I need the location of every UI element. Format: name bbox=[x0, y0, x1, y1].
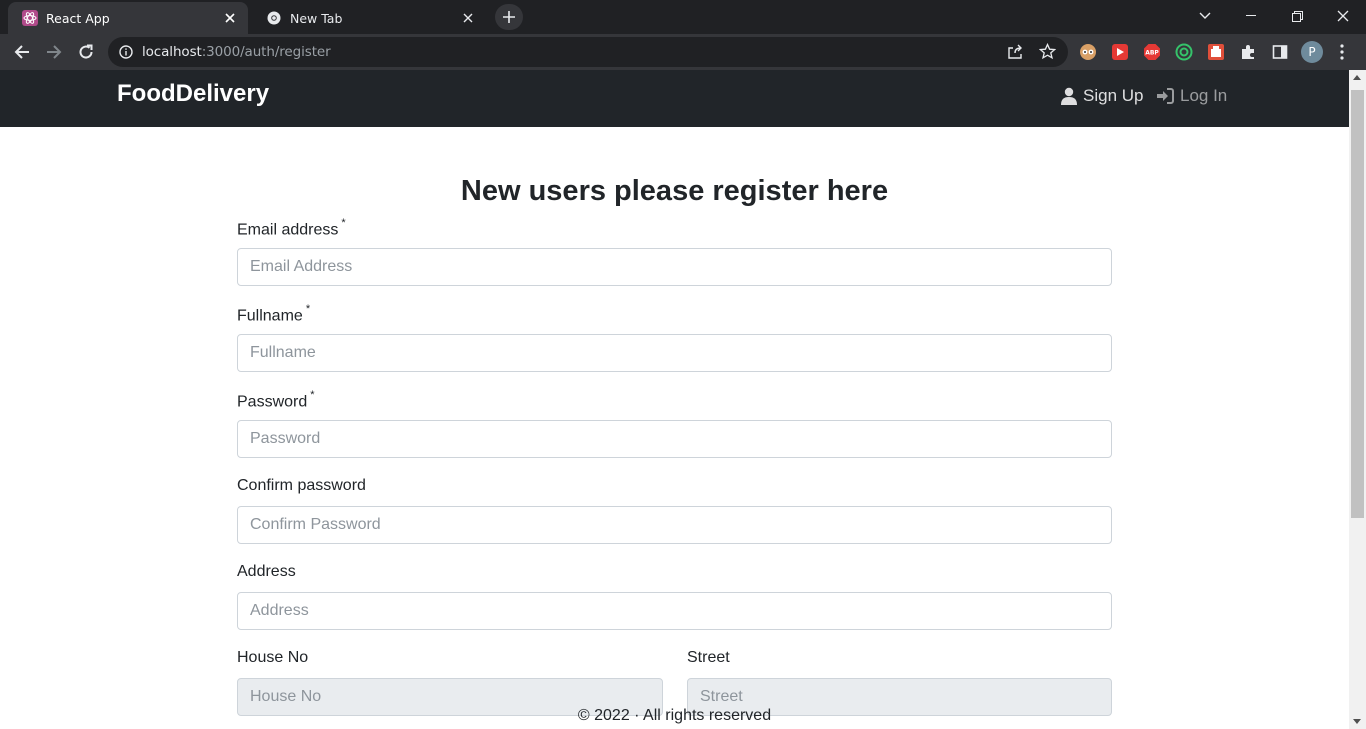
profile-avatar[interactable]: P bbox=[1301, 41, 1323, 63]
url-path: :3000/auth/register bbox=[201, 44, 331, 60]
scrollbar-thumb[interactable] bbox=[1351, 90, 1364, 518]
scroll-down-icon[interactable] bbox=[1353, 719, 1361, 724]
tab-search-button[interactable] bbox=[1182, 0, 1228, 32]
required-mark: * bbox=[341, 217, 346, 229]
close-icon bbox=[1337, 10, 1349, 22]
email-field[interactable] bbox=[237, 248, 1112, 286]
address-bar[interactable]: localhost:3000/auth/register bbox=[108, 37, 1068, 67]
confirm-password-field[interactable] bbox=[237, 506, 1112, 544]
minimize-button[interactable] bbox=[1228, 0, 1274, 32]
abp-icon[interactable]: ABP bbox=[1143, 43, 1161, 61]
bookmark-star-icon[interactable] bbox=[1038, 42, 1057, 65]
brand-logo[interactable]: FoodDelivery bbox=[117, 80, 269, 108]
page-scrollbar[interactable] bbox=[1349, 70, 1366, 729]
reload-button[interactable] bbox=[72, 38, 100, 66]
chrome-icon bbox=[266, 10, 282, 26]
user-icon bbox=[1061, 87, 1077, 105]
password-field[interactable] bbox=[237, 420, 1112, 458]
plus-icon bbox=[503, 11, 515, 23]
tab-title: New Tab bbox=[290, 10, 343, 26]
required-mark: * bbox=[310, 389, 315, 401]
side-panel-icon[interactable] bbox=[1271, 43, 1289, 61]
puzzle-icon[interactable] bbox=[1239, 43, 1257, 61]
browser-toolbar: localhost:3000/auth/register ABP P bbox=[0, 34, 1366, 70]
house-no-label: House No bbox=[237, 649, 309, 666]
tab-new-tab[interactable]: New Tab bbox=[252, 2, 486, 34]
url-host: localhost bbox=[142, 44, 202, 60]
back-button[interactable] bbox=[8, 38, 36, 66]
footer-copyright: © 2022 · All rights reserved bbox=[577, 707, 772, 724]
email-label: Email address * bbox=[237, 217, 346, 239]
reload-icon bbox=[79, 44, 93, 59]
incognito-like-icon[interactable] bbox=[1079, 43, 1097, 61]
restore-button[interactable] bbox=[1274, 0, 1320, 32]
close-tab-icon[interactable] bbox=[222, 10, 238, 26]
fullname-field[interactable] bbox=[237, 334, 1112, 372]
new-tab-button[interactable] bbox=[495, 4, 523, 30]
minimize-icon bbox=[1246, 15, 1256, 16]
login-link[interactable]: Log In bbox=[1156, 86, 1227, 106]
street-label: Street bbox=[687, 649, 730, 666]
sign-in-icon bbox=[1157, 88, 1174, 104]
chevron-down-icon bbox=[1199, 12, 1211, 19]
react-favicon-icon bbox=[22, 10, 38, 26]
video-icon[interactable] bbox=[1111, 43, 1129, 61]
address-field[interactable] bbox=[237, 592, 1112, 630]
browser-tab-strip: React App New Tab bbox=[0, 0, 1366, 34]
menu-kebab-icon[interactable] bbox=[1333, 43, 1351, 61]
tab-react-app[interactable]: React App bbox=[8, 2, 248, 34]
scroll-up-icon[interactable] bbox=[1353, 75, 1361, 80]
fullname-label: Fullname * bbox=[237, 303, 311, 325]
confirm-password-label: Confirm password bbox=[237, 477, 366, 494]
tab-title: React App bbox=[46, 10, 110, 26]
url-text: localhost:3000/auth/register bbox=[142, 44, 331, 60]
address-label: Address bbox=[237, 563, 296, 580]
arrow-left-icon bbox=[14, 45, 29, 59]
capture-icon[interactable] bbox=[1207, 43, 1225, 61]
signup-link[interactable]: Sign Up bbox=[1061, 86, 1143, 106]
restore-icon bbox=[1291, 10, 1303, 22]
password-label: Password * bbox=[237, 389, 315, 411]
info-icon[interactable] bbox=[119, 45, 133, 64]
required-mark: * bbox=[305, 303, 311, 315]
svg-text:ABP: ABP bbox=[1145, 50, 1159, 57]
forward-button[interactable] bbox=[40, 38, 68, 66]
page-viewport: FoodDelivery Sign Up Log In New users pl… bbox=[0, 70, 1349, 729]
close-window-button[interactable] bbox=[1320, 0, 1366, 32]
top-navbar: FoodDelivery Sign Up Log In bbox=[0, 70, 1349, 127]
login-label: Log In bbox=[1180, 86, 1228, 105]
target-icon[interactable] bbox=[1175, 43, 1193, 61]
signup-label: Sign Up bbox=[1083, 86, 1144, 105]
arrow-right-icon bbox=[47, 45, 62, 59]
page-title: New users please register here bbox=[460, 175, 889, 207]
share-icon[interactable] bbox=[1007, 44, 1023, 65]
close-tab-icon[interactable] bbox=[460, 10, 476, 26]
